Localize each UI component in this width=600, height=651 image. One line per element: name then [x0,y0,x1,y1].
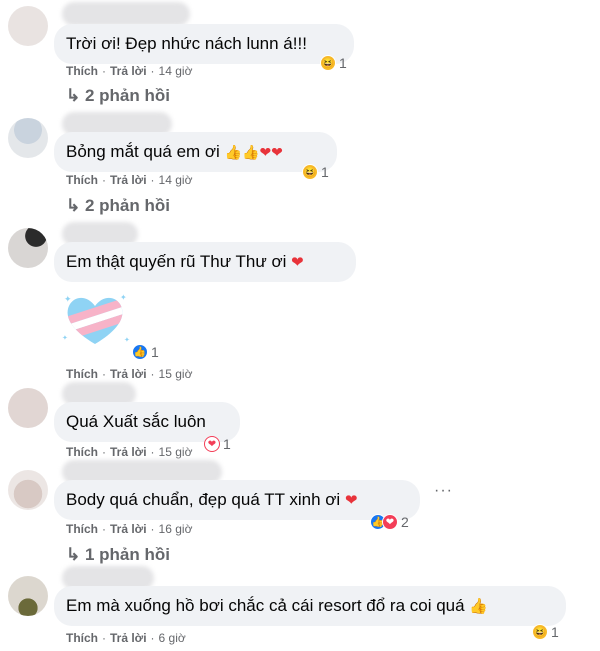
view-replies[interactable]: ↳ 2 phản hồi [66,86,170,106]
heart-emoji: ❤ [291,254,304,271]
timestamp[interactable]: 6 giờ [159,631,186,645]
comment-text: Bỏng mắt quá em ơi 👍👍❤❤ [66,142,283,161]
more-options-icon[interactable]: ··· [434,482,453,500]
haha-icon: 😆 [302,164,318,180]
timestamp[interactable]: 15 giờ [159,445,193,459]
reply-link[interactable]: Trả lời [110,173,147,187]
reply-link[interactable]: Trả lời [110,367,147,381]
svg-text:✦: ✦ [62,334,68,342]
reaction-count: 1 [151,344,159,360]
love-icon: ❤ [204,436,220,452]
avatar[interactable] [8,576,48,616]
author-name-blurred[interactable] [62,2,190,26]
avatar[interactable] [8,118,48,158]
reaction-summary[interactable]: ❤ 1 [204,434,231,454]
comment-text: Em thật quyến rũ Thư Thư ơi ❤ [66,252,304,271]
comment-actions: Thích · Trả lời · 16 giờ [66,522,193,536]
reaction-summary[interactable]: 👍 1 [132,342,159,362]
timestamp[interactable]: 14 giờ [159,173,193,187]
reaction-summary[interactable]: 👍 ❤ 2 [370,512,409,532]
comment-text: Quá Xuất sắc luôn [66,412,206,431]
like-link[interactable]: Thích [66,367,98,381]
timestamp[interactable]: 15 giờ [159,367,193,381]
svg-text:✦: ✦ [124,336,130,344]
avatar[interactable] [8,388,48,428]
comment-actions: Thích · Trả lời · 15 giờ [66,367,193,381]
thumbs-up-emoji: 👍 [469,598,488,615]
avatar[interactable] [8,228,48,268]
svg-text:✦: ✦ [120,293,127,302]
like-link[interactable]: Thích [66,631,98,645]
reaction-count: 1 [223,436,231,452]
like-icon: 👍 [132,344,148,360]
reaction-count: 1 [321,164,329,180]
comment-text: Body quá chuẩn, đẹp quá TT xinh ơi ❤ [66,490,358,509]
comment-actions: Thích · Trả lời · 14 giờ [66,64,193,78]
comment-actions: Thích · Trả lời · 6 giờ [66,631,186,645]
timestamp[interactable]: 14 giờ [159,64,193,78]
timestamp[interactable]: 16 giờ [159,522,193,536]
comment-text: Em mà xuống hồ bơi chắc cả cái resort đổ… [66,596,488,615]
like-link[interactable]: Thích [66,522,98,536]
reply-link[interactable]: Trả lời [110,64,147,78]
comment-actions: Thích · Trả lời · 15 giờ [66,445,193,459]
like-link[interactable]: Thích [66,445,98,459]
svg-text:✦: ✦ [64,294,72,304]
avatar[interactable] [8,6,48,46]
heart-emoji: ❤ [344,492,358,509]
reaction-summary[interactable]: 😆 1 [532,622,559,642]
like-link[interactable]: Thích [66,64,98,78]
emoji: 👍👍❤❤ [224,144,283,160]
love-icon: ❤ [382,514,398,530]
reaction-summary[interactable]: 😆 1 [320,53,347,73]
view-replies[interactable]: ↳ 1 phản hồi [66,545,170,565]
view-replies[interactable]: ↳ 2 phản hồi [66,196,170,216]
comment-bubble: Em thật quyến rũ Thư Thư ơi ❤ [54,242,356,282]
reaction-count: 1 [339,55,347,71]
comment-bubble: Bỏng mắt quá em ơi 👍👍❤❤ [54,132,337,172]
comment-bubble: Body quá chuẩn, đẹp quá TT xinh ơi ❤ [54,480,420,520]
like-link[interactable]: Thích [66,173,98,187]
reply-link[interactable]: Trả lời [110,631,147,645]
comment-text: Trời ơi! Đẹp nhức nách lunn á!!! [66,34,307,53]
reaction-count: 1 [551,624,559,640]
comment-bubble: Trời ơi! Đẹp nhức nách lunn á!!! [54,24,354,64]
pastel-heart-sticker[interactable]: ✦ ✦ ✦ ✦ [58,290,132,350]
reply-link[interactable]: Trả lời [110,445,147,459]
comment-bubble: Em mà xuống hồ bơi chắc cả cái resort đổ… [54,586,566,626]
reaction-count: 2 [401,514,409,530]
haha-icon: 😆 [320,55,336,71]
avatar[interactable] [8,470,48,510]
reaction-summary[interactable]: 😆 1 [302,162,329,182]
comment-actions: Thích · Trả lời · 14 giờ [66,173,193,187]
haha-icon: 😆 [532,624,548,640]
reply-link[interactable]: Trả lời [110,522,147,536]
